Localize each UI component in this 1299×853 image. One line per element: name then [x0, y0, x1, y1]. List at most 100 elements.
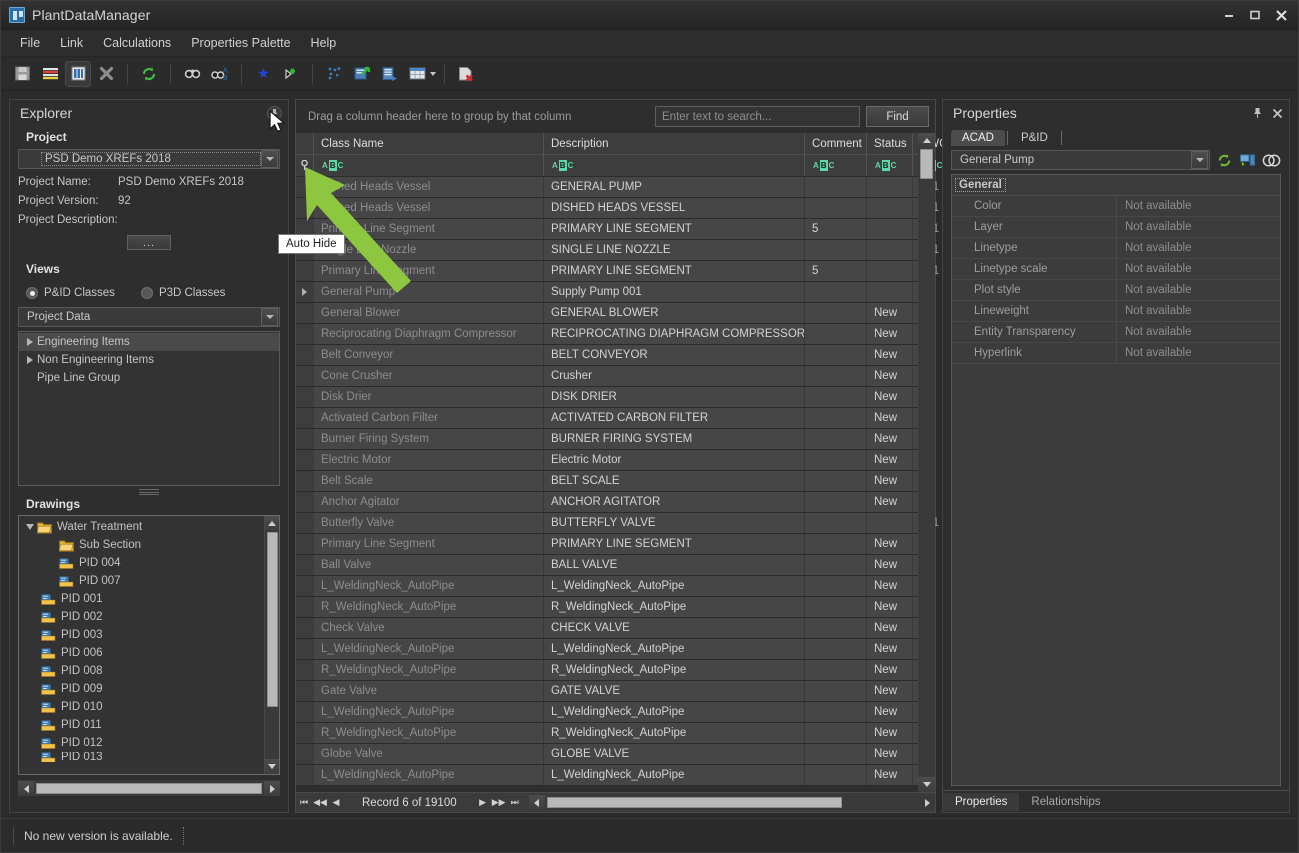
- drawings-vertical-scrollbar[interactable]: [264, 516, 279, 774]
- property-value[interactable]: Not available: [1117, 238, 1280, 258]
- project-data-tree[interactable]: Engineering Items Non Engineering Items …: [18, 331, 280, 486]
- table-row[interactable]: Activated Carbon Filter ACTIVATED CARBON …: [296, 408, 918, 429]
- property-group-header[interactable]: General: [952, 175, 1280, 196]
- cell-class[interactable]: Globe Valve: [314, 744, 544, 764]
- tab-pid[interactable]: P&ID: [1010, 130, 1059, 146]
- menu-file[interactable]: File: [11, 32, 49, 54]
- cell-comment[interactable]: [805, 366, 867, 386]
- cell-class[interactable]: Ball Valve: [314, 555, 544, 575]
- property-value[interactable]: Not available: [1117, 280, 1280, 300]
- browse-description-button[interactable]: ...: [127, 235, 171, 250]
- scroll-up-button[interactable]: [264, 516, 279, 531]
- cell-status[interactable]: [867, 282, 913, 302]
- scatter-icon[interactable]: [321, 61, 347, 87]
- cell-comment[interactable]: [805, 723, 867, 743]
- cell-class[interactable]: Anchor Agitator: [314, 492, 544, 512]
- cell-comment[interactable]: [805, 618, 867, 638]
- grid-vertical-scrollbar[interactable]: [918, 133, 935, 792]
- column-header-description[interactable]: Description: [544, 133, 805, 154]
- cell-class[interactable]: R_WeldingNeck_AutoPipe: [314, 597, 544, 617]
- cell-class[interactable]: L_WeldingNeck_AutoPipe: [314, 576, 544, 596]
- cell-status[interactable]: New: [867, 555, 913, 575]
- cell-desc[interactable]: ANCHOR AGITATOR: [544, 492, 805, 512]
- cell-class[interactable]: Belt Scale: [314, 471, 544, 491]
- scroll-thumb[interactable]: [546, 797, 842, 808]
- find-replace-icon[interactable]: AB: [207, 61, 233, 87]
- row-indicator[interactable]: [296, 492, 314, 512]
- close-button[interactable]: [1275, 9, 1288, 22]
- maximize-button[interactable]: [1249, 9, 1261, 21]
- object-combo[interactable]: General Pump: [951, 150, 1210, 170]
- cell-comment[interactable]: [805, 324, 867, 344]
- cell-desc[interactable]: DISK DRIER: [544, 387, 805, 407]
- auto-hide-pin-icon[interactable]: [267, 105, 282, 121]
- cell-class[interactable]: Single Line Nozzle: [314, 240, 544, 260]
- cell-desc[interactable]: ACTIVATED CARBON FILTER: [544, 408, 805, 428]
- tree-item-engineering-items[interactable]: Engineering Items: [19, 333, 279, 351]
- tree-row-pid-011[interactable]: PID 011: [19, 716, 264, 734]
- tree-row-pid-008[interactable]: PID 008: [19, 662, 264, 680]
- cell-desc[interactable]: L_WeldingNeck_AutoPipe: [544, 702, 805, 722]
- cell-class[interactable]: L_WeldingNeck_AutoPipe: [314, 765, 544, 785]
- table-row[interactable]: R_WeldingNeck_AutoPipe R_WeldingNeck_Auto…: [296, 723, 918, 744]
- table-row[interactable]: Dished Heads VesselGENERAL PUMP001: [296, 177, 939, 198]
- row-indicator[interactable]: [296, 261, 314, 281]
- cell-desc[interactable]: BELT SCALE: [544, 471, 805, 491]
- cell-comment[interactable]: [805, 765, 867, 785]
- project-data-combo[interactable]: Project Data: [18, 307, 280, 327]
- property-row[interactable]: Linetype scale Not available: [952, 259, 1280, 280]
- row-indicator[interactable]: [296, 513, 314, 533]
- row-indicator[interactable]: [296, 723, 314, 743]
- scroll-up-button[interactable]: [918, 133, 935, 148]
- cell-comment[interactable]: [805, 576, 867, 596]
- table-row[interactable]: Electric Motor Electric Motor New: [296, 450, 918, 471]
- cell-desc[interactable]: BELT CONVEYOR: [544, 345, 805, 365]
- close-icon[interactable]: [1272, 108, 1283, 119]
- property-row[interactable]: Linetype Not available: [952, 238, 1280, 259]
- row-indicator[interactable]: [296, 702, 314, 722]
- object-combo-arrow[interactable]: [1191, 151, 1208, 169]
- scroll-right-button[interactable]: [919, 795, 935, 810]
- cell-comment[interactable]: [805, 513, 867, 533]
- cell-desc[interactable]: PRIMARY LINE SEGMENT: [544, 261, 805, 281]
- property-value[interactable]: Not available: [1117, 343, 1280, 363]
- tree-row-pid-003[interactable]: PID 003: [19, 626, 264, 644]
- table-row[interactable]: Check Valve CHECK VALVE New: [296, 618, 918, 639]
- property-value[interactable]: Not available: [1117, 322, 1280, 342]
- cell-desc[interactable]: L_WeldingNeck_AutoPipe: [544, 576, 805, 596]
- tree-row-pid-004[interactable]: PID 004: [19, 554, 264, 572]
- rows-icon[interactable]: [37, 61, 63, 87]
- cell-status[interactable]: New: [867, 597, 913, 617]
- tree-row-pid-002[interactable]: PID 002: [19, 608, 264, 626]
- menu-calculations[interactable]: Calculations: [94, 32, 180, 54]
- cell-status[interactable]: [867, 219, 913, 239]
- next-record-button[interactable]: ▶: [475, 797, 491, 808]
- cell-comment[interactable]: [805, 555, 867, 575]
- find-button[interactable]: Find: [866, 106, 929, 127]
- report-icon[interactable]: [377, 61, 403, 87]
- scroll-thumb[interactable]: [36, 783, 262, 794]
- add-node-icon[interactable]: [278, 61, 304, 87]
- columns-icon[interactable]: [65, 60, 91, 87]
- filter-cell-class-name[interactable]: ABC: [314, 155, 544, 176]
- table-row[interactable]: Ball Valve BALL VALVE New: [296, 555, 918, 576]
- expand-arrow-icon[interactable]: [23, 338, 37, 346]
- cell-desc[interactable]: BUTTERFLY VALVE: [544, 513, 805, 533]
- toggle-icon[interactable]: [1262, 152, 1281, 169]
- cell-class[interactable]: Disk Drier: [314, 387, 544, 407]
- scroll-left-button[interactable]: [528, 795, 545, 810]
- table-row[interactable]: General Blower GENERAL BLOWER New: [296, 303, 918, 324]
- cell-class[interactable]: Electric Motor: [314, 450, 544, 470]
- row-indicator[interactable]: [296, 303, 314, 323]
- cell-comment[interactable]: 5: [805, 261, 867, 281]
- row-indicator[interactable]: [296, 387, 314, 407]
- cell-desc[interactable]: DISHED HEADS VESSEL: [544, 198, 805, 218]
- project-combo-arrow[interactable]: [261, 150, 278, 168]
- cell-class[interactable]: Reciprocating Diaphragm Compressor: [314, 324, 544, 344]
- prev-record-button[interactable]: ◀: [328, 797, 344, 808]
- scroll-thumb[interactable]: [266, 532, 278, 707]
- table-row[interactable]: Dished Heads VesselDISHED HEADS VESSEL00…: [296, 198, 939, 219]
- property-row[interactable]: Hyperlink Not available: [952, 343, 1280, 364]
- table-row[interactable]: Burner Firing System BURNER FIRING SYSTEM…: [296, 429, 918, 450]
- tree-row-pid-007[interactable]: PID 007: [19, 572, 264, 590]
